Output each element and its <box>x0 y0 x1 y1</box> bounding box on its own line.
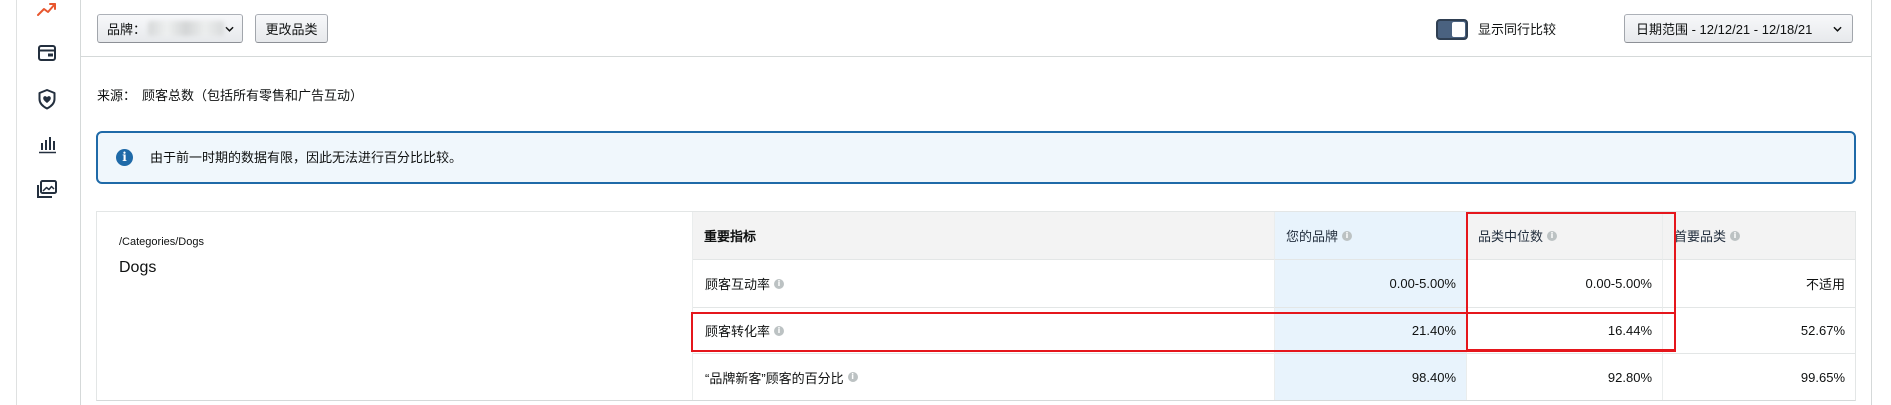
peer-comparison-toggle[interactable] <box>1436 19 1468 40</box>
sidebar-nav <box>17 0 80 405</box>
wallet-icon <box>38 45 56 61</box>
top-category-value: 99.65% <box>1662 354 1855 400</box>
info-icon[interactable]: i <box>774 278 785 289</box>
table-row-label: 顾客转化率 i <box>693 308 1274 354</box>
category-median-value: 16.44% <box>1466 308 1662 354</box>
brand-dropdown[interactable]: 品牌： <box>97 14 243 43</box>
table-row-label: 顾客互动率 i <box>693 260 1274 308</box>
info-icon[interactable]: i <box>847 372 858 382</box>
trend-up-icon <box>37 3 56 16</box>
chevron-down-icon <box>225 26 234 32</box>
your-brand-value: 0.00-5.00% <box>1274 260 1466 308</box>
chevron-down-icon <box>1833 26 1842 32</box>
top-category-value: 不适用 <box>1662 260 1855 308</box>
source-label: 来源： <box>97 88 137 103</box>
bar-chart-icon <box>39 137 56 154</box>
main-panel: 品牌： 更改品类 显示同行比较 日期范围 - 12/12/21 - 12/18/… <box>80 0 1872 405</box>
category-cell: /Categories/Dogs Dogs <box>97 212 693 400</box>
header-metric-label: 重要指标 <box>704 229 757 244</box>
source-value: 顾客总数（包括所有零售和广告互动） <box>142 88 364 103</box>
metrics-table: /Categories/Dogs Dogs 重要指标 您的品牌 i 品类中位数 … <box>96 211 1856 401</box>
your-brand-value: 21.40% <box>1274 308 1466 354</box>
header-top-category: 首要品类 i <box>1662 212 1855 260</box>
your-brand-value: 98.40% <box>1274 354 1466 400</box>
table-row-label: “品牌新客”顾客的百分比 i <box>693 354 1274 400</box>
category-median-value: 92.80% <box>1466 354 1662 400</box>
category-name: Dogs <box>119 259 157 276</box>
metric-label: “品牌新客”顾客的百分比 <box>705 370 844 386</box>
change-category-label: 更改品类 <box>265 22 318 37</box>
sidebar-item-trends[interactable] <box>35 0 59 21</box>
notice-text: 由于前一时期的数据有限，因此无法进行百分比比较。 <box>150 150 463 165</box>
top-category-value: 52.67% <box>1662 308 1855 354</box>
info-notice: i 由于前一时期的数据有限，因此无法进行百分比比较。 <box>96 131 1856 184</box>
brand-label: 品牌： <box>107 22 147 37</box>
date-range-dropdown[interactable]: 日期范围 - 12/12/21 - 12/18/21 <box>1624 14 1853 43</box>
date-range-label: 日期范围 - 12/12/21 - 12/18/21 <box>1636 22 1813 37</box>
image-gallery-icon <box>37 180 57 198</box>
shield-heart-icon <box>38 89 56 110</box>
info-circle-icon: i <box>116 149 133 166</box>
info-icon[interactable]: i <box>1342 230 1353 241</box>
sidebar-item-analytics[interactable] <box>35 132 59 156</box>
info-icon[interactable]: i <box>1730 230 1741 241</box>
header-metric: 重要指标 <box>693 212 1274 260</box>
sidebar-item-brand-protection[interactable] <box>35 87 59 111</box>
brand-name-redacted <box>148 21 225 36</box>
change-category-button[interactable]: 更改品类 <box>255 14 328 43</box>
sidebar-item-media[interactable] <box>35 177 59 201</box>
category-median-value: 0.00-5.00% <box>1466 260 1662 308</box>
toggle-knob <box>1452 22 1465 37</box>
category-path: /Categories/Dogs <box>119 236 204 248</box>
header-your-brand-label: 您的品牌 <box>1286 229 1339 244</box>
sidebar-item-wallet[interactable] <box>35 41 59 65</box>
info-icon[interactable]: i <box>774 325 785 336</box>
metric-label: 顾客转化率 <box>705 324 771 339</box>
toolbar: 品牌： 更改品类 显示同行比较 日期范围 - 12/12/21 - 12/18/… <box>81 0 1871 57</box>
peer-comparison-label: 显示同行比较 <box>1478 22 1557 37</box>
header-category-median-label: 品类中位数 <box>1478 229 1544 244</box>
header-top-category-label: 首要品类 <box>1674 229 1727 244</box>
metric-label: 顾客互动率 <box>705 277 771 292</box>
info-icon[interactable]: i <box>1547 230 1558 241</box>
header-your-brand: 您的品牌 i <box>1274 212 1466 260</box>
left-edge-strip <box>0 0 17 405</box>
data-source-line: 来源： 顾客总数（包括所有零售和广告互动） <box>97 87 363 104</box>
header-category-median: 品类中位数 i <box>1466 212 1662 260</box>
